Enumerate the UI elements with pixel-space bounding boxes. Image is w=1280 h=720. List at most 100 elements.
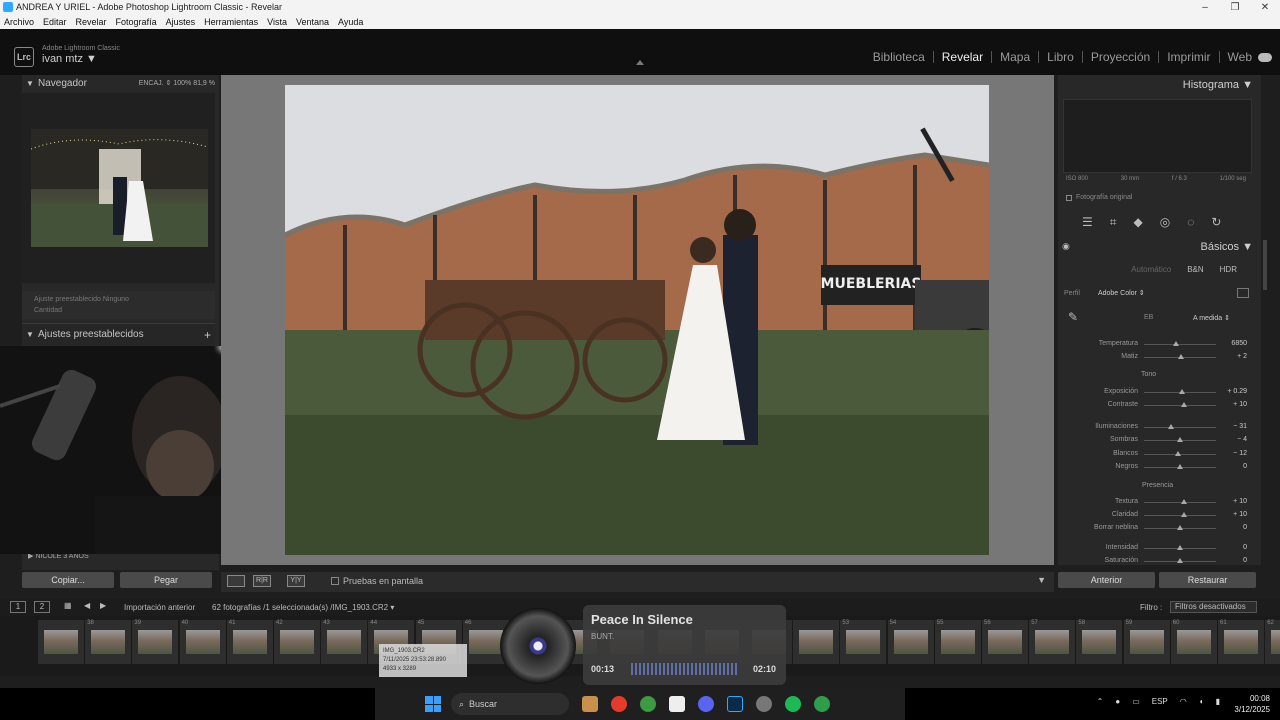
cloud-icon[interactable] [1258,53,1272,62]
chrome-icon[interactable] [640,696,656,712]
slider-track[interactable] [1144,427,1216,428]
filter-select[interactable]: Filtros desactivados [1170,601,1257,613]
navigator-zoom[interactable]: ENCAJ. ⇕ 100% 81,9 % [139,75,215,93]
tray-overflow-icon[interactable]: ⌃ [1097,697,1104,706]
slider-knob[interactable] [1177,545,1183,550]
filmstrip-thumbnail[interactable]: 54 [887,620,934,664]
soft-proofing[interactable]: Pruebas en pantalla [331,576,423,586]
module-web[interactable]: Web [1218,51,1252,63]
wifi-icon[interactable]: ◠ [1180,697,1187,706]
close-icon[interactable]: ✕ [1250,0,1280,15]
slider-row[interactable]: Temperatura 6850 [1058,338,1261,351]
slider-value[interactable]: 6850 [1231,340,1247,347]
filmstrip-thumbnail[interactable]: 42 [274,620,320,664]
slider-row[interactable]: Borrar neblina 0 [1058,522,1261,535]
lightroom-icon[interactable] [727,696,743,712]
slider-value[interactable]: 0 [1243,463,1247,470]
navigator-header[interactable]: ▼ Navegador ENCAJ. ⇕ 100% 81,9 % [22,75,219,93]
filmstrip-thumbnail[interactable]: 41 [226,620,273,664]
ya-view-icon[interactable]: Y|Y [287,575,305,587]
spotify-icon[interactable] [785,696,801,712]
slider-track[interactable] [1144,344,1216,345]
top-panel-toggle-icon[interactable] [636,60,644,65]
filmstrip-thumbnail[interactable]: 58 [1076,620,1123,664]
filmstrip-thumbnail[interactable]: 62 [1265,620,1280,664]
edit-sliders-icon[interactable]: ☰ [1082,215,1093,230]
right-scrollbar[interactable] [1263,240,1267,290]
slider-row[interactable]: Sombras − 4 [1058,434,1261,447]
profile-select[interactable]: Adobe Color ⇕ [1098,290,1145,297]
slider-knob[interactable] [1168,424,1175,429]
main-photo[interactable]: MUEBLERIAS [285,85,989,555]
module-revelar[interactable]: Revelar [932,51,983,63]
basics-header[interactable]: ◉ Básicos ▼ [1058,239,1261,257]
photo-canvas[interactable]: MUEBLERIAS [221,75,1054,565]
original-photo-checkbox[interactable] [1066,194,1072,201]
microphone-icon[interactable]: ● [1115,697,1120,706]
toolbar-menu-icon[interactable]: ▼ [1037,575,1046,585]
menu-ajustes[interactable]: Ajustes [166,15,196,29]
slider-row[interactable]: Intensidad 0 [1058,542,1261,555]
loupe-view-icon[interactable] [227,575,245,587]
soft-proofing-checkbox[interactable] [331,577,339,585]
crop-icon[interactable]: ⌗ [1110,215,1117,230]
slider-value[interactable]: + 10 [1233,498,1247,505]
grid-icon[interactable]: ▦ [64,601,72,610]
windows-start-icon[interactable] [425,696,441,712]
slider-knob[interactable] [1174,451,1181,456]
module-biblioteca[interactable]: Biblioteca [865,51,925,63]
module-mapa[interactable]: Mapa [991,51,1030,63]
volume-icon[interactable]: ◖ [1199,697,1204,706]
original-photo-toggle[interactable]: Fotografía original [1066,194,1132,201]
filmstrip-thumbnail[interactable]: 38 [85,620,132,664]
eye-icon[interactable]: ◉ [1062,241,1070,252]
navigator-thumbnail[interactable] [31,129,208,247]
chrome-profile-icon[interactable] [814,696,830,712]
module-libro[interactable]: Libro [1038,51,1074,63]
slider-row[interactable]: Saturación 0 [1058,555,1261,568]
filmstrip-thumbnail[interactable] [38,620,84,664]
slider-value[interactable]: + 10 [1233,401,1247,408]
filmstrip-thumbnail[interactable]: 60 [1170,620,1217,664]
notion-icon[interactable] [669,696,685,712]
filmstrip-thumbnail[interactable] [793,620,840,664]
reset-button[interactable]: Restaurar [1159,572,1256,588]
wb-select[interactable]: A medida ⇕ [1193,314,1230,322]
slider-row[interactable]: Textura + 10 [1058,496,1261,509]
module-imprimir[interactable]: Imprimir [1158,51,1211,63]
slider-knob[interactable] [1177,437,1183,442]
profile-browser-icon[interactable] [1237,288,1249,298]
slider-knob[interactable] [1178,354,1185,359]
slider-row[interactable]: Blancos − 12 [1058,448,1261,461]
slider-value[interactable]: − 12 [1233,450,1247,457]
slider-knob[interactable] [1173,341,1180,346]
waveform[interactable] [631,663,739,675]
minimize-icon[interactable]: – [1190,0,1220,15]
filmstrip-thumbnail[interactable]: 61 [1218,620,1264,664]
paste-button[interactable]: Pegar [120,572,212,588]
filmstrip-thumbnail[interactable]: 57 [1029,620,1076,664]
user-menu[interactable]: ivan mtz ▼ [42,53,97,65]
battery-icon[interactable]: ▮ [1216,697,1220,706]
slider-value[interactable]: 0 [1243,557,1247,564]
menu-vista[interactable]: Vista [267,15,287,29]
slider-knob[interactable] [1177,464,1183,469]
slider-value[interactable]: 0 [1243,544,1247,551]
reset-icon[interactable]: ↻ [1211,215,1221,230]
histogram-header[interactable]: Histograma ▼ [1183,79,1253,91]
slider-knob[interactable] [1177,558,1183,563]
presets-panel[interactable]: ▼ Ajustes preestablecidos + [22,323,215,345]
slider-value[interactable]: + 0.29 [1227,388,1247,395]
obs-icon[interactable] [756,696,772,712]
clock[interactable]: 00:08 3/12/2025 [1234,693,1270,715]
menu-ayuda[interactable]: Ayuda [338,15,363,29]
slider-value[interactable]: 0 [1243,524,1247,531]
menu-ventana[interactable]: Ventana [296,15,329,29]
menu-archivo[interactable]: Archivo [4,15,34,29]
previous-button[interactable]: Anterior [1058,572,1155,588]
slider-knob[interactable] [1180,499,1187,504]
file-explorer-icon[interactable] [582,696,598,712]
forward-icon[interactable]: ▶ [100,601,106,610]
count-label[interactable]: 62 fotografías /1 seleccionada(s) /IMG_1… [212,603,394,612]
filmstrip-thumbnail[interactable]: 53 [840,620,887,664]
